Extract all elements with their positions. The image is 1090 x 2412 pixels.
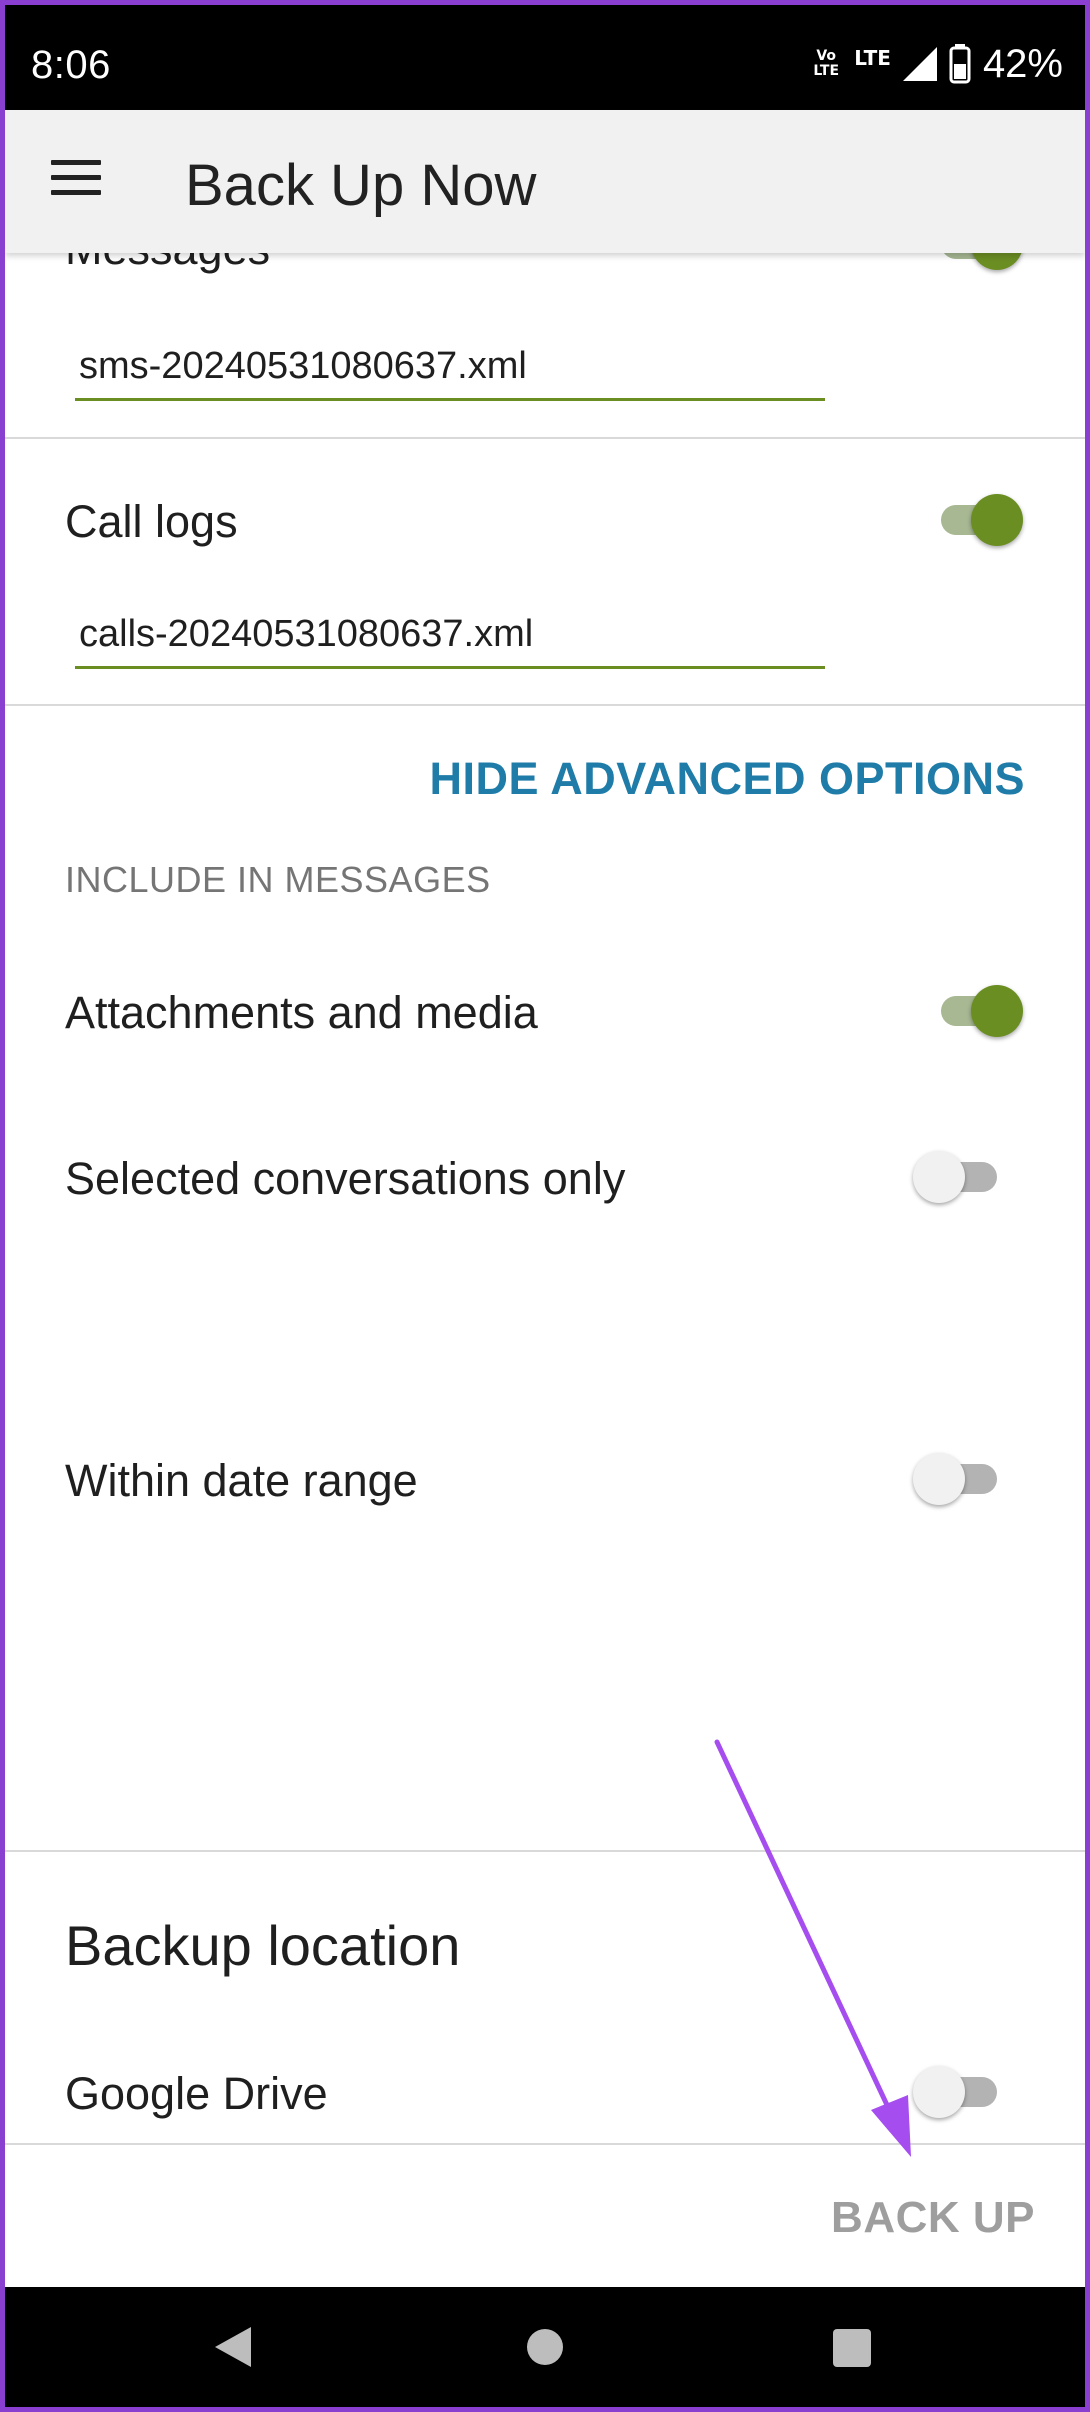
date-range-toggle[interactable]	[913, 1448, 1003, 1508]
page-title: Back Up Now	[185, 153, 537, 218]
hamburger-menu-icon[interactable]	[51, 160, 101, 200]
signal-icon	[902, 47, 937, 81]
attachments-label: Attachments and media	[65, 987, 538, 1038]
status-time: 8:06	[31, 43, 111, 87]
call-logs-filename-input[interactable]: calls-20240531080637.xml	[75, 603, 825, 669]
selected-conversations-toggle[interactable]	[913, 1146, 1003, 1206]
volte-icon: Vo LTE	[813, 48, 840, 79]
backup-options-list[interactable]: Messages sms-20240531080637.xml Call log…	[5, 253, 1085, 2143]
google-drive-toggle[interactable]	[913, 2061, 1003, 2121]
battery-icon	[949, 44, 971, 84]
status-bar: 8:06 Vo LTE LTE 42%	[5, 5, 1085, 110]
selected-conversations-label: Selected conversations only	[65, 1153, 626, 1204]
attachments-toggle[interactable]	[933, 980, 1023, 1040]
call-logs-label: Call logs	[65, 496, 238, 547]
status-icons: Vo LTE LTE 42%	[810, 39, 1063, 89]
date-range-label: Within date range	[65, 1455, 418, 1506]
home-circle-icon[interactable]	[527, 2329, 563, 2365]
battery-percentage: 42%	[982, 41, 1063, 86]
system-navigation-bar	[5, 2287, 1085, 2407]
phone-screen: 8:06 VoLTE LTE 42% Back Up Now Messages	[5, 5, 1085, 2407]
back-up-button[interactable]: BACK UP	[831, 2193, 1035, 2243]
call-logs-filename-text: calls-20240531080637.xml	[79, 613, 534, 655]
messages-filename-text: sms-20240531080637.xml	[79, 345, 527, 387]
call-logs-toggle[interactable]	[933, 489, 1023, 549]
messages-label: Messages	[65, 253, 270, 275]
app-bar: Back Up Now	[5, 110, 1085, 253]
divider	[5, 1850, 1085, 1852]
divider	[5, 437, 1085, 439]
recent-square-icon[interactable]	[833, 2329, 871, 2367]
lte-label: LTE	[854, 46, 891, 70]
include-in-messages-header: INCLUDE IN MESSAGES	[65, 859, 491, 900]
bottom-action-bar: BACK UP	[5, 2143, 1085, 2287]
google-drive-label: Google Drive	[65, 2068, 328, 2119]
messages-toggle[interactable]	[933, 253, 1023, 273]
backup-location-title: Backup location	[65, 1914, 461, 1977]
divider	[5, 704, 1085, 706]
back-triangle-icon[interactable]	[215, 2327, 251, 2367]
messages-filename-input[interactable]: sms-20240531080637.xml	[75, 335, 825, 401]
hide-advanced-options-button[interactable]: HIDE ADVANCED OPTIONS	[429, 753, 1025, 805]
